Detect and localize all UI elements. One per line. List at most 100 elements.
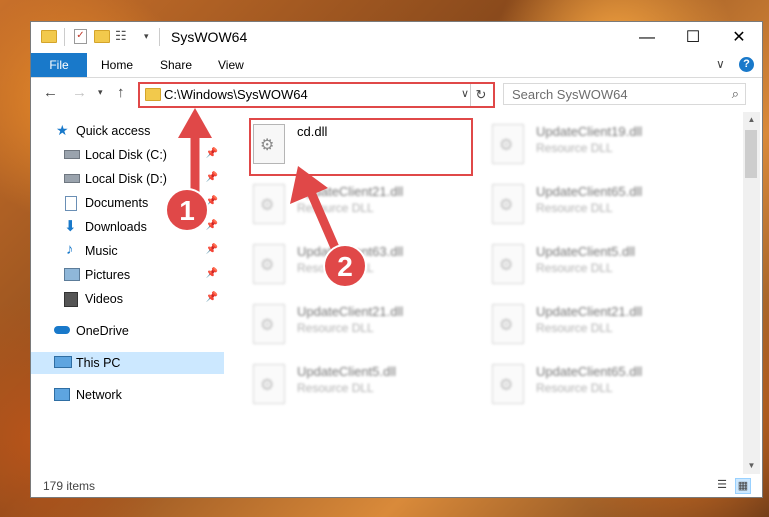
address-path[interactable]: C:\Windows\SysWOW64	[164, 87, 308, 102]
refresh-icon[interactable]: ↻	[470, 84, 491, 106]
minimize-button[interactable]: —	[624, 22, 670, 53]
nav-label: OneDrive	[76, 324, 129, 338]
nav-network[interactable]: Network	[31, 384, 224, 406]
nav-item-local-disk-c[interactable]: Local Disk (C:) 📌	[31, 144, 224, 166]
file-name: UpdateClient5.dll	[297, 364, 397, 379]
pin-icon[interactable]: 📌	[206, 148, 218, 159]
gear-icon: ⚙	[260, 197, 275, 214]
new-folder-icon[interactable]	[94, 30, 110, 43]
nav-label: This PC	[76, 356, 121, 370]
file-item[interactable]: ⚙ UpdateClient21.dll Resource DLL	[251, 180, 479, 238]
downloads-icon: ⬇	[64, 218, 77, 235]
highlight-box	[249, 118, 473, 176]
gear-icon: ⚙	[260, 257, 275, 274]
pin-icon[interactable]: 📌	[206, 244, 218, 255]
search-placeholder: Search SysWOW64	[512, 87, 628, 102]
nav-item-downloads[interactable]: ⬇ Downloads 📌	[31, 216, 224, 238]
nav-quick-access[interactable]: ★ Quick access	[31, 120, 224, 142]
file-item[interactable]: ⚙ UpdateClient21.dll Resource DLL	[490, 300, 718, 358]
folder-icon	[145, 88, 161, 101]
close-button[interactable]: ✕	[716, 22, 762, 53]
gear-icon: ⚙	[499, 137, 514, 154]
nav-this-pc[interactable]: This PC	[31, 352, 224, 374]
window-title: SysWOW64	[171, 29, 248, 45]
file-item[interactable]: ⚙ UpdateClient5.dll Resource DLL	[490, 240, 718, 298]
search-icon[interactable]: ⌕	[732, 86, 739, 102]
gear-icon: ⚙	[499, 377, 514, 394]
dll-file-icon: ⚙	[492, 124, 524, 164]
file-item[interactable]: ⚙ UpdateClient21.dll Resource DLL	[251, 300, 479, 358]
dll-file-icon: ⚙	[253, 184, 285, 224]
nav-label: Videos	[85, 292, 123, 306]
file-type: Resource DLL	[297, 201, 374, 215]
nav-item-local-disk-d[interactable]: Local Disk (D:) 📌	[31, 168, 224, 190]
tab-file[interactable]: File	[31, 53, 87, 77]
tab-share[interactable]: Share	[160, 53, 192, 77]
file-item[interactable]: ⚙ UpdateClient63.dll Resource DLL	[251, 240, 479, 298]
pin-icon[interactable]: 📌	[206, 220, 218, 231]
scroll-down-icon[interactable]: ▼	[743, 458, 760, 474]
file-item[interactable]: ⚙ UpdateClient65.dll Resource DLL	[490, 180, 718, 238]
nav-label: Local Disk (C:)	[85, 148, 167, 162]
customize-qat-icon[interactable]: ☷	[115, 28, 127, 44]
scroll-thumb[interactable]	[745, 130, 757, 178]
back-arrow-icon[interactable]: ←	[43, 84, 58, 101]
file-type: Resource DLL	[297, 321, 374, 335]
star-icon: ★	[56, 122, 69, 138]
file-type: Resource DLL	[297, 261, 374, 275]
music-icon: ♪	[66, 241, 74, 258]
nav-item-videos[interactable]: Videos 📌	[31, 288, 224, 310]
expand-ribbon-icon[interactable]: ∨	[716, 57, 725, 71]
file-type: Resource DLL	[297, 381, 374, 395]
computer-icon	[54, 356, 72, 368]
vertical-scrollbar[interactable]: ▲ ▼	[743, 112, 760, 474]
file-name: UpdateClient19.dll	[536, 124, 643, 139]
large-icons-view-icon[interactable]: ▦	[735, 478, 751, 494]
scroll-up-icon[interactable]: ▲	[743, 112, 760, 128]
forward-arrow-icon[interactable]: →	[72, 84, 87, 101]
up-arrow-icon[interactable]: ↑	[117, 84, 125, 101]
help-icon[interactable]: ?	[739, 57, 754, 72]
file-name: UpdateClient21.dll	[536, 304, 643, 319]
properties-icon[interactable]: ✓	[74, 29, 87, 44]
tab-home[interactable]: Home	[101, 53, 133, 77]
network-icon	[54, 388, 70, 401]
nav-label: Music	[85, 244, 118, 258]
pin-icon[interactable]: 📌	[206, 292, 218, 303]
file-item[interactable]: ⚙ UpdateClient19.dll Resource DLL	[490, 120, 718, 178]
address-bar[interactable]: C:\Windows\SysWOW64 ∨ ↻	[138, 82, 495, 108]
file-item[interactable]: ⚙ UpdateClient5.dll Resource DLL	[251, 360, 479, 418]
dll-file-icon: ⚙	[492, 304, 524, 344]
navigation-pane: ★ Quick access Local Disk (C:) 📌 Local D…	[31, 112, 226, 474]
gear-icon: ⚙	[499, 317, 514, 334]
search-input[interactable]: Search SysWOW64 ⌕	[503, 83, 746, 105]
file-type: Resource DLL	[536, 381, 613, 395]
nav-onedrive[interactable]: OneDrive	[31, 320, 224, 342]
nav-item-pictures[interactable]: Pictures 📌	[31, 264, 224, 286]
nav-label: Network	[76, 388, 122, 402]
nav-label: Documents	[85, 196, 149, 210]
file-item[interactable]: ⚙ UpdateClient65.dll Resource DLL	[490, 360, 718, 418]
explorer-window: ✓ ☷ ▾ SysWOW64 — ☐ ✕ File Home Share Vie…	[31, 22, 762, 497]
details-view-icon[interactable]: ☰	[715, 478, 729, 492]
dll-file-icon: ⚙	[492, 244, 524, 284]
pin-icon[interactable]: 📌	[206, 196, 218, 207]
recent-locations-icon[interactable]: ▾	[98, 87, 103, 98]
separator	[159, 28, 160, 46]
pictures-icon	[64, 268, 80, 281]
separator	[64, 28, 65, 46]
maximize-button[interactable]: ☐	[670, 22, 716, 53]
file-list: ⚙ cd.dll ⚙ UpdateClient21.dll Resource D…	[231, 112, 741, 472]
pin-icon[interactable]: 📌	[206, 172, 218, 183]
tab-view[interactable]: View	[218, 53, 244, 77]
qat-dropdown-icon[interactable]: ▾	[144, 31, 149, 42]
documents-icon	[65, 196, 77, 211]
title-bar: ✓ ☷ ▾ SysWOW64 — ☐ ✕	[31, 22, 762, 53]
file-name: UpdateClient21.dll	[297, 184, 404, 199]
address-dropdown-icon[interactable]: ∨	[461, 87, 469, 100]
nav-item-music[interactable]: ♪ Music 📌	[31, 240, 224, 262]
navigation-row: ← → ▾ ↑ C:\Windows\SysWOW64 ∨ ↻ Search S…	[31, 78, 762, 110]
gear-icon: ⚙	[260, 317, 275, 334]
pin-icon[interactable]: 📌	[206, 268, 218, 279]
nav-item-documents[interactable]: Documents 📌	[31, 192, 224, 214]
